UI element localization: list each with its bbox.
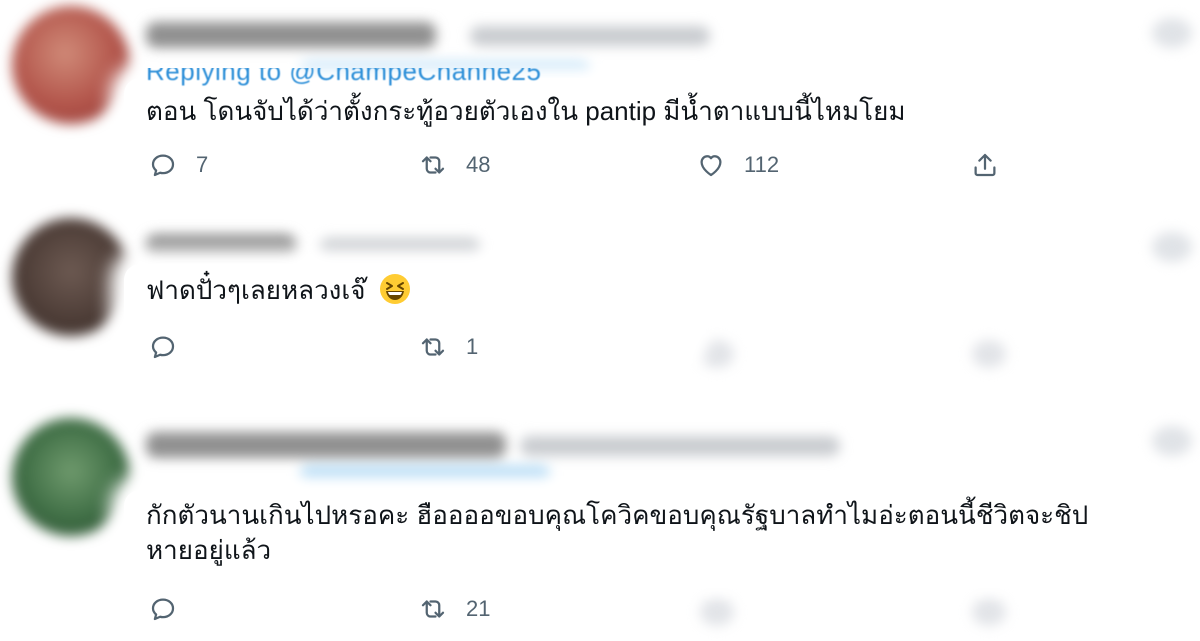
heart-icon [700, 340, 734, 368]
retweet-count: 21 [466, 596, 491, 621]
tweet-text: กักตัวนานเกินไปหรอคะ ฮืออออขอบคุณโควิคขอ… [146, 498, 1088, 568]
username-blurred [146, 432, 506, 458]
retweet-count: 48 [466, 152, 491, 177]
reply-button[interactable] [148, 332, 196, 362]
username-blurred [146, 234, 296, 260]
username-blurred [146, 22, 436, 48]
avatar [12, 218, 130, 336]
reply-icon [151, 154, 175, 177]
more-icon [1152, 232, 1192, 262]
handle-blurred [520, 436, 840, 456]
more-icon [1152, 426, 1192, 456]
share-icon [972, 598, 1006, 626]
tweet-text-content: ฟาดปั๋วๆเลยหลวงเจ๊ [146, 275, 366, 305]
like-count: 112 [744, 152, 780, 177]
avatar [12, 418, 130, 536]
handle-blurred [470, 26, 710, 46]
retweet-button[interactable]: 21 [418, 594, 490, 624]
heart-icon [700, 598, 734, 626]
tweet-text-line: หายอยู่แล้ว [146, 535, 272, 565]
grinning-squinting-face-emoji [379, 274, 410, 304]
tweet-text-line: กักตัวนานเกินไปหรอคะ ฮืออออขอบคุณโควิคขอ… [146, 500, 1089, 530]
more-icon [1152, 18, 1192, 48]
reply-count: 7 [196, 152, 209, 177]
share-icon [974, 153, 996, 177]
retweet-icon [421, 338, 445, 356]
retweet-icon [421, 156, 445, 174]
avatar [12, 6, 130, 124]
retweet-button[interactable]: 1 [418, 332, 478, 362]
like-button[interactable]: 112 [696, 150, 779, 180]
reply-icon [151, 598, 175, 621]
reply-button[interactable] [148, 594, 196, 624]
share-button[interactable] [970, 150, 1000, 180]
tweet-text: ตอน โดนจับได้ว่าตั้งกระทู้อวยตัวเองใน pa… [146, 96, 906, 126]
handle-blurred [320, 238, 480, 258]
retweet-icon [421, 600, 445, 618]
retweet-button[interactable]: 48 [418, 150, 490, 180]
reply-handle-blurred [300, 466, 550, 484]
share-icon [972, 340, 1006, 368]
retweet-count: 1 [466, 334, 479, 359]
heart-icon [700, 155, 722, 177]
reply-icon [151, 336, 175, 359]
reply-button[interactable]: 7 [148, 150, 208, 180]
tweet-text: ฟาดปั๋วๆเลยหลวงเจ๊ [146, 273, 411, 308]
